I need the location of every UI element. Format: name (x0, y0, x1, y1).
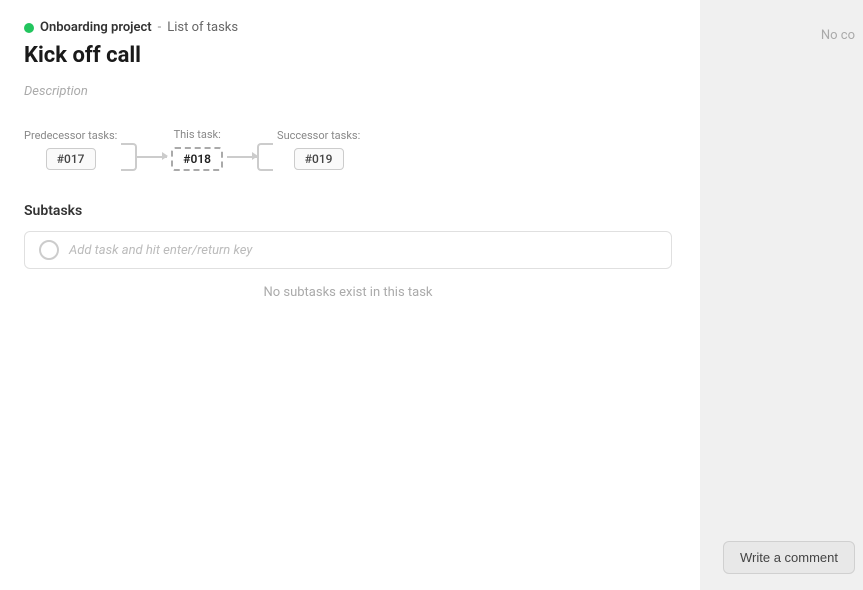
task-title: Kick off call (24, 43, 676, 68)
current-task-box: This task: #018 (171, 128, 223, 171)
successor-box: Successor tasks: #019 (277, 129, 360, 170)
breadcrumb-separator: - (158, 20, 162, 35)
no-comments-text: No co (821, 28, 863, 43)
write-comment-button[interactable]: Write a comment (723, 541, 855, 574)
no-subtasks-message: No subtasks exist in this task (24, 285, 672, 300)
subtask-placeholder: Add task and hit enter/return key (69, 243, 252, 258)
connector-left (121, 143, 167, 171)
current-label: This task: (174, 128, 221, 141)
description-field[interactable]: Description (24, 84, 676, 99)
current-badge: #018 (171, 147, 223, 171)
status-dot (24, 23, 34, 33)
subtask-checkbox[interactable] (39, 240, 59, 260)
project-name[interactable]: Onboarding project (40, 20, 152, 35)
connector-right (227, 143, 273, 171)
predecessor-box: Predecessor tasks: #017 (24, 129, 117, 170)
successor-badge[interactable]: #019 (294, 148, 344, 170)
subtasks-heading: Subtasks (24, 203, 676, 219)
bracket-left (121, 143, 137, 171)
arrow-line (137, 156, 167, 158)
predecessor-badge[interactable]: #017 (46, 148, 96, 170)
task-flow: Predecessor tasks: #017 This task: #018 … (24, 127, 676, 171)
right-panel: No co Write a comment (700, 0, 863, 590)
breadcrumb-list[interactable]: List of tasks (167, 20, 238, 35)
bracket-right (257, 143, 273, 171)
predecessor-label: Predecessor tasks: (24, 129, 117, 142)
breadcrumb: Onboarding project - List of tasks (24, 20, 676, 35)
arrow-line-right (227, 156, 257, 158)
main-panel: Onboarding project - List of tasks Kick … (0, 0, 700, 590)
subtask-input-row[interactable]: Add task and hit enter/return key (24, 231, 672, 269)
successor-label: Successor tasks: (277, 129, 360, 142)
